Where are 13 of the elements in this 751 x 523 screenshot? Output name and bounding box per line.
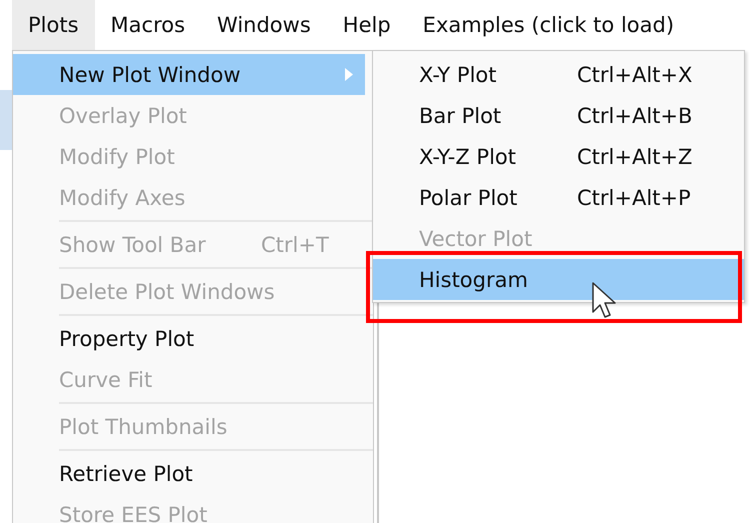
menu-bar-item[interactable]: Macros [94,0,202,50]
submenu-item[interactable]: Bar Plot Ctrl+Alt+B [373,95,744,136]
submenu-item[interactable]: Histogram [373,259,744,300]
menu-item[interactable]: Retrieve Plot [13,453,365,494]
submenu-item[interactable]: Polar Plot Ctrl+Alt+P [373,177,744,218]
menu-item[interactable]: Property Plot [13,318,365,359]
menu-bar-item[interactable]: Examples (click to load) [406,0,690,50]
menu-bar-item[interactable]: Windows [201,0,327,50]
menu-bar-item[interactable]: Help [326,0,407,50]
submenu-item[interactable]: X-Y Plot Ctrl+Alt+X [373,54,744,95]
menu-item[interactable]: New Plot Window [13,54,365,95]
submenu-item[interactable]: X-Y-Z Plot Ctrl+Alt+Z [373,136,744,177]
menu-bar-item[interactable]: Plots [12,0,95,50]
